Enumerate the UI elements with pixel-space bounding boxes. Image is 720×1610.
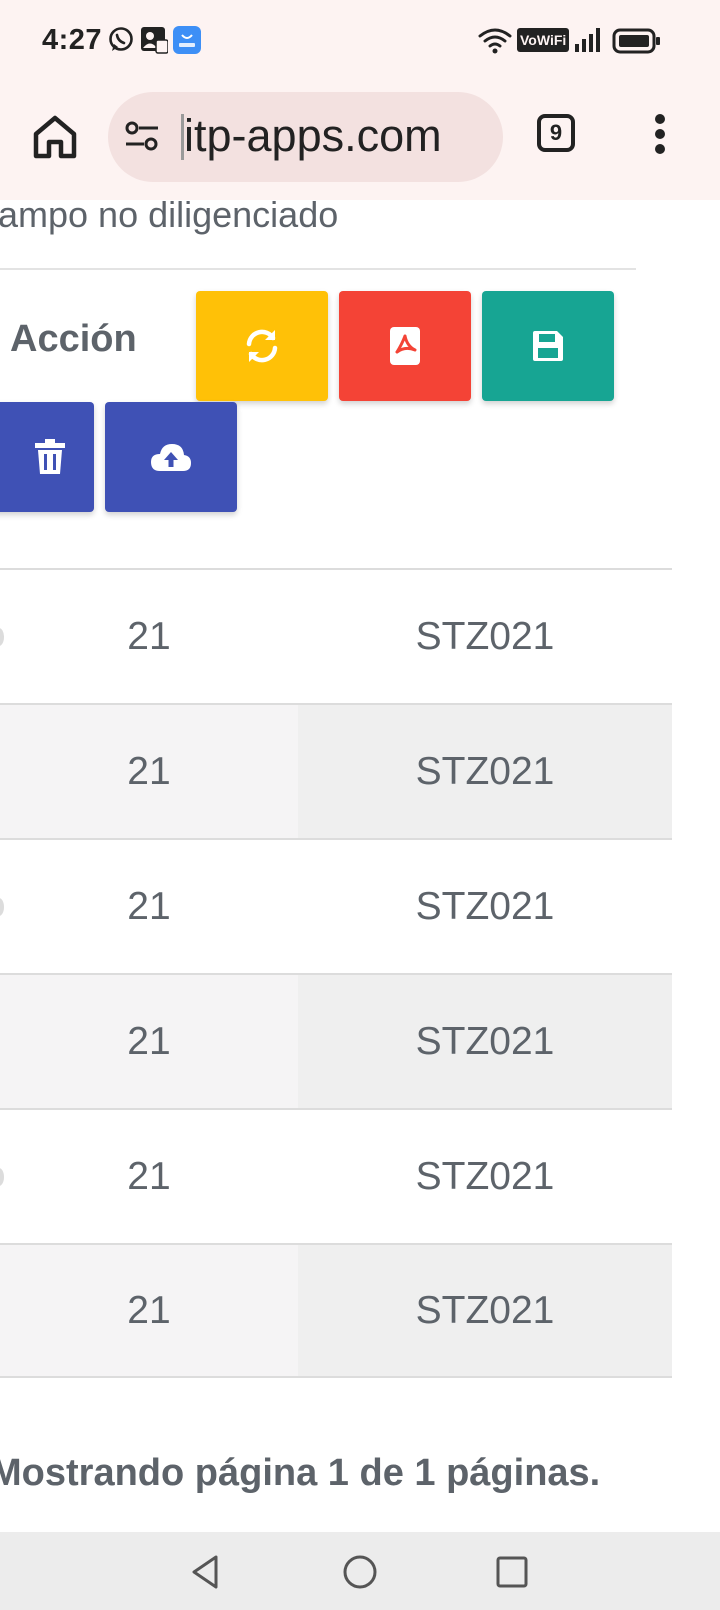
- wifi-icon: [478, 28, 512, 54]
- status-bar: 4:27 VoWiFi: [0, 0, 720, 84]
- table-cell: 21: [0, 975, 298, 1108]
- back-icon[interactable]: [186, 1552, 226, 1592]
- upload-button[interactable]: [105, 402, 237, 512]
- home-circle-icon[interactable]: [340, 1552, 380, 1592]
- contact-card-icon: [141, 27, 168, 54]
- browser-toolbar: itp-apps.com 9: [0, 84, 720, 202]
- field-warning-text: ampo no diligenciado: [0, 200, 339, 235]
- table-row[interactable]: 21 STZ021: [0, 973, 672, 1108]
- refresh-button[interactable]: [196, 291, 328, 401]
- table-cell: STZ021: [298, 705, 672, 838]
- signal-icon: [575, 28, 600, 52]
- browser-menu-icon[interactable]: [652, 114, 668, 164]
- table-cell: STZ021: [415, 884, 555, 928]
- recents-icon[interactable]: [492, 1552, 532, 1592]
- pdf-button[interactable]: [339, 291, 471, 401]
- save-button[interactable]: [482, 291, 614, 401]
- refresh-icon: [246, 329, 278, 363]
- whatsapp-icon: [109, 27, 133, 51]
- table-row[interactable]: 21 STZ021: [0, 1243, 672, 1378]
- trash-icon: [35, 439, 65, 474]
- battery-icon: [612, 28, 660, 54]
- status-time: 4:27: [42, 24, 103, 56]
- system-nav-bar: [0, 1532, 720, 1610]
- table-row[interactable]: 21 STZ021: [0, 703, 672, 838]
- site-settings-icon[interactable]: [124, 120, 160, 154]
- cloud-upload-icon: [151, 444, 191, 471]
- pagination-info: Mostrando página 1 de 1 páginas.: [0, 1452, 601, 1494]
- table-cell: STZ021: [415, 614, 555, 658]
- table-cell: 21: [127, 614, 171, 658]
- data-table: 21 STZ021 21 STZ021 21 STZ021 21 STZ021 …: [0, 568, 672, 1378]
- pdf-icon: [390, 327, 420, 365]
- home-icon[interactable]: [30, 112, 80, 162]
- tab-switcher-button[interactable]: 9: [537, 114, 575, 152]
- address-bar[interactable]: itp-apps.com: [108, 92, 503, 182]
- url-text[interactable]: itp-apps.com: [184, 110, 442, 162]
- table-cell: STZ021: [298, 1245, 672, 1376]
- table-row[interactable]: 21 STZ021: [0, 1108, 672, 1243]
- table-cell: 21: [0, 705, 298, 838]
- action-label: Acción: [10, 318, 137, 360]
- delete-button[interactable]: [0, 402, 94, 512]
- table-cell: 21: [127, 884, 171, 928]
- app-store-icon: [173, 26, 201, 54]
- table-cell: 21: [0, 1245, 298, 1376]
- save-icon: [533, 331, 563, 361]
- table-cell: STZ021: [298, 975, 672, 1108]
- table-row[interactable]: 21 STZ021: [0, 838, 672, 973]
- table-cell: STZ021: [415, 1154, 555, 1198]
- vowifi-badge: VoWiFi: [517, 28, 570, 52]
- divider: [0, 268, 636, 270]
- table-cell: 21: [127, 1154, 171, 1198]
- page-content: ampo no diligenciado Acción 21 STZ021 21…: [0, 200, 720, 1532]
- table-row[interactable]: 21 STZ021: [0, 568, 672, 703]
